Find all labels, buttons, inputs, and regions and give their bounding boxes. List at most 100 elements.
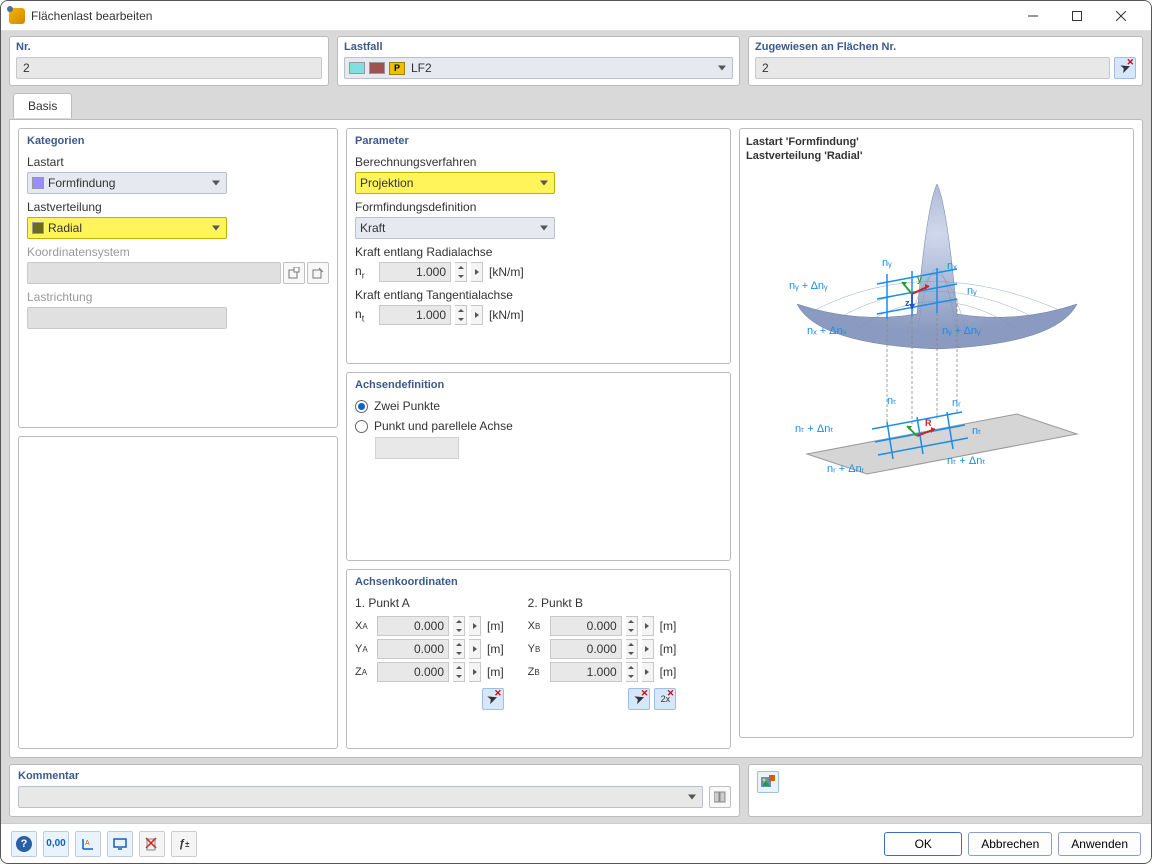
lastart-combo[interactable]: Formfindung xyxy=(27,172,227,194)
radial-go-button[interactable] xyxy=(471,262,483,282)
units-button[interactable]: 0,00 xyxy=(43,831,69,857)
comment-combo[interactable] xyxy=(18,786,703,808)
pick-2x-button[interactable]: 2x✕ xyxy=(654,688,676,710)
export-image-button[interactable] xyxy=(757,771,779,793)
yb-spinner[interactable] xyxy=(626,639,638,659)
calc-method-combo[interactable]: Projektion xyxy=(355,172,555,194)
radio-two-points-label: Zwei Punkte xyxy=(374,399,440,413)
delete-button[interactable] xyxy=(139,831,165,857)
categories-title: Kategorien xyxy=(27,135,329,147)
cancel-button[interactable]: Abbrechen xyxy=(968,832,1052,856)
lastfall-value: LF2 xyxy=(411,61,432,75)
axisdef-section: Achsendefinition Zwei Punkte Punkt und p… xyxy=(346,372,731,561)
yb-input[interactable]: 0.000 xyxy=(550,639,622,659)
calc-method-label: Berechnungsverfahren xyxy=(355,155,722,169)
lastrichtung-field xyxy=(27,307,227,329)
coordsys-btn2[interactable] xyxy=(307,262,329,284)
view-button[interactable] xyxy=(107,831,133,857)
xa-input[interactable]: 0.000 xyxy=(377,616,449,636)
library-icon xyxy=(714,791,726,803)
coordsys-field xyxy=(27,262,281,284)
tangential-spinner[interactable] xyxy=(455,305,467,325)
zb-input[interactable]: 1.000 xyxy=(550,662,622,682)
nr-field[interactable]: 2 xyxy=(16,57,322,79)
radio-two-points-btn[interactable] xyxy=(355,400,368,413)
xa-spinner[interactable] xyxy=(453,616,465,636)
clear-x-icon: ✕ xyxy=(494,688,502,699)
ffdef-value: Kraft xyxy=(360,221,385,235)
radio-two-points[interactable]: Zwei Punkte xyxy=(355,399,722,413)
coordsys-btn1[interactable] xyxy=(283,262,305,284)
help-button[interactable]: ? xyxy=(11,831,37,857)
export-panel xyxy=(748,764,1143,817)
lastfall-badge: P xyxy=(389,62,405,75)
ya-go[interactable] xyxy=(469,639,481,659)
ffdef-combo[interactable]: Kraft xyxy=(355,217,555,239)
za-go[interactable] xyxy=(469,662,481,682)
radial-spinner[interactable] xyxy=(455,262,467,282)
pick-point-b-button[interactable]: ➤✕ xyxy=(628,688,650,710)
za-spinner[interactable] xyxy=(453,662,465,682)
assigned-field[interactable]: 2 xyxy=(755,57,1110,79)
xa-go[interactable] xyxy=(469,616,481,636)
assigned-title: Zugewiesen an Flächen Nr. xyxy=(755,41,1136,53)
point-a-label: 1. Punkt A xyxy=(355,596,504,610)
axiscoord-title: Achsenkoordinaten xyxy=(355,576,722,588)
left-column: Kategorien Lastart Formfindung Lastverte… xyxy=(18,128,338,749)
lastverteilung-value: Radial xyxy=(48,221,82,235)
comment-library-button[interactable] xyxy=(709,786,731,808)
minimize-button[interactable] xyxy=(1011,2,1055,30)
svg-text:nᵧ: nᵧ xyxy=(882,257,892,269)
tab-basis[interactable]: Basis xyxy=(13,93,72,118)
point-a-group: 1. Punkt A XA 0.000 [m] YA 0.000 xyxy=(355,596,504,710)
tangential-go-button[interactable] xyxy=(471,305,483,325)
parallel-axis-placeholder xyxy=(375,437,459,459)
monitor-icon xyxy=(113,837,127,851)
maximize-button[interactable] xyxy=(1055,2,1099,30)
nr-title: Nr. xyxy=(16,41,322,53)
lastart-value: Formfindung xyxy=(48,176,115,190)
radio-parallel-axis-btn[interactable] xyxy=(355,420,368,433)
tangential-value-input[interactable]: 1.000 xyxy=(379,305,451,325)
radial-value-input[interactable]: 1.000 xyxy=(379,262,451,282)
zb-go[interactable] xyxy=(642,662,654,682)
nr-panel: Nr. 2 xyxy=(9,36,329,86)
lastfall-title: Lastfall xyxy=(344,41,733,53)
yb-unit: [m] xyxy=(660,642,677,656)
ok-button[interactable]: OK xyxy=(884,832,962,856)
ya-input[interactable]: 0.000 xyxy=(377,639,449,659)
lastverteilung-combo[interactable]: Radial xyxy=(27,217,227,239)
xb-spinner[interactable] xyxy=(626,616,638,636)
pick-surfaces-button[interactable]: ➤✕ xyxy=(1114,57,1136,79)
lastfall-chip1 xyxy=(349,62,365,74)
function-button[interactable]: ƒ± xyxy=(171,831,197,857)
za-input[interactable]: 0.000 xyxy=(377,662,449,682)
axes-button[interactable]: A xyxy=(75,831,101,857)
axiscoord-section: Achsenkoordinaten 1. Punkt A XA 0.000 [m… xyxy=(346,569,731,749)
content-area: Nr. 2 Lastfall P LF2 Zugewiesen an Fläch… xyxy=(1,31,1151,823)
svg-text:nₜ: nₜ xyxy=(972,425,981,437)
pick-point-a-button[interactable]: ➤✕ xyxy=(482,688,504,710)
svg-text:nₜ: nₜ xyxy=(887,395,896,407)
ya-unit: [m] xyxy=(487,642,504,656)
yb-go[interactable] xyxy=(642,639,654,659)
ya-spinner[interactable] xyxy=(453,639,465,659)
apply-button[interactable]: Anwenden xyxy=(1058,832,1141,856)
zb-spinner[interactable] xyxy=(626,662,638,682)
footer: ? 0,00 A ƒ± OK Abbrechen Anwenden xyxy=(1,823,1151,863)
xb-go[interactable] xyxy=(642,616,654,636)
za-unit: [m] xyxy=(487,665,504,679)
svg-text:nᵧ: nᵧ xyxy=(967,285,977,297)
close-button[interactable] xyxy=(1099,2,1143,30)
lastart-chip-icon xyxy=(32,177,44,189)
comment-row: Kommentar xyxy=(9,764,1143,817)
help-icon: ? xyxy=(16,836,32,852)
xb-input[interactable]: 0.000 xyxy=(550,616,622,636)
radio-parallel-axis[interactable]: Punkt und parellele Achse xyxy=(355,419,722,433)
parameter-title: Parameter xyxy=(355,135,722,147)
tangential-unit: [kN/m] xyxy=(489,308,524,322)
new-coord-icon xyxy=(288,267,300,279)
clear-x-icon: ✕ xyxy=(667,688,675,699)
preview-svg: z y nᵧ + Δnᵧ nᵧ nₓ nᵧ nₓ + Δnₓ nᵧ + Δnᵧ xyxy=(757,174,1117,484)
lastfall-combo[interactable]: P LF2 xyxy=(344,57,733,79)
